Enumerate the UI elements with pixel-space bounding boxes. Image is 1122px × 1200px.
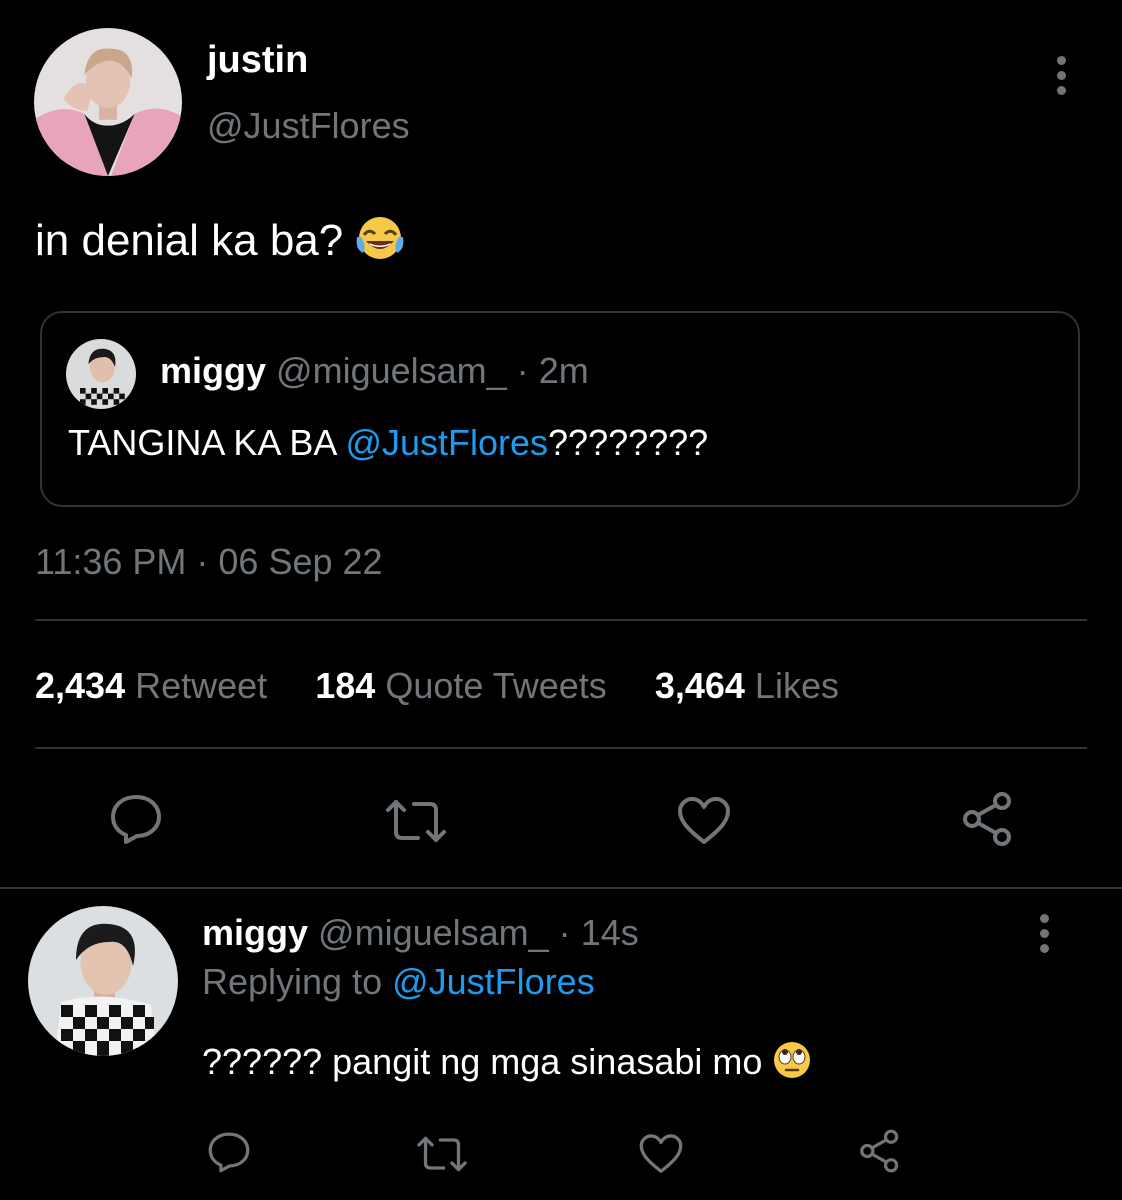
quoted-time[interactable]: 2m: [539, 350, 589, 391]
reply-separator: ·: [558, 912, 571, 953]
reply-time[interactable]: 14s: [581, 912, 639, 953]
replying-to-prefix: Replying to: [202, 961, 393, 1002]
quotes-stat[interactable]: 184 Quote Tweets: [315, 665, 617, 706]
quotes-count: 184: [315, 665, 376, 706]
quoted-tweet-header: miggy @miguelsam_ · 2m: [160, 349, 589, 393]
retweets-count: 2,434: [35, 665, 126, 706]
more-options-icon[interactable]: [1055, 56, 1067, 95]
likes-stat[interactable]: 3,464 Likes: [655, 665, 839, 706]
tweet-text: in denial ka ba?: [35, 214, 405, 274]
avatar-photo-icon: [28, 906, 178, 1056]
avatar-photo-icon: [34, 28, 182, 176]
face-with-rolling-eyes-icon: [772, 1040, 812, 1090]
reply-header: miggy @miguelsam_ · 14s: [202, 911, 639, 955]
quoted-tweet-card[interactable]: miggy @miguelsam_ · 2m TANGINA KA BA @Ju…: [40, 311, 1080, 507]
replying-to-line: Replying to @JustFlores: [202, 960, 595, 1004]
retweet-icon[interactable]: [382, 796, 450, 846]
quoted-author-handle[interactable]: @miguelsam_: [276, 350, 507, 391]
quoted-mention-link[interactable]: @JustFlores: [345, 422, 548, 463]
tweet-author-handle[interactable]: @JustFlores: [207, 104, 410, 148]
justin-avatar[interactable]: [34, 28, 182, 176]
tweet-stats-row: 2,434 Retweet 184 Quote Tweets 3,464 Lik…: [35, 664, 839, 708]
reply-text: ?????? pangit ng mga sinasabi mo: [202, 1040, 812, 1090]
share-icon[interactable]: [856, 1128, 904, 1174]
reply-text-body: ?????? pangit ng mga sinasabi mo: [202, 1041, 763, 1082]
retweet-icon[interactable]: [414, 1133, 470, 1175]
quoted-separator: ·: [516, 350, 529, 391]
reply-icon[interactable]: [206, 1130, 252, 1174]
miggy-reply-avatar[interactable]: [28, 906, 178, 1056]
reply-icon[interactable]: [108, 792, 164, 846]
tweet-detail-page: justin @JustFlores in denial ka ba? migg…: [0, 0, 1122, 1200]
quotes-label: Quote Tweets: [385, 665, 607, 706]
likes-count: 3,464: [654, 665, 745, 706]
quoted-tweet-text: TANGINA KA BA @JustFlores????????: [68, 421, 708, 465]
section-divider: [0, 887, 1122, 889]
like-icon[interactable]: [676, 796, 732, 846]
face-with-tears-of-joy-icon: [355, 215, 405, 274]
tweet-text-body: in denial ka ba?: [35, 216, 344, 265]
reply-author-name[interactable]: miggy: [202, 912, 308, 953]
quoted-author-name[interactable]: miggy: [160, 350, 266, 391]
divider: [35, 619, 1087, 621]
replying-to-link[interactable]: @JustFlores: [392, 961, 595, 1002]
quoted-text-suffix: ????????: [548, 422, 709, 463]
quoted-text-prefix: TANGINA KA BA: [68, 422, 346, 463]
avatar-photo-icon: [66, 339, 136, 409]
retweets-label: Retweet: [135, 665, 268, 706]
reply-author-handle[interactable]: @miguelsam_: [318, 912, 549, 953]
miggy-quote-avatar[interactable]: [66, 339, 136, 409]
tweet-timestamp[interactable]: 11:36 PM · 06 Sep 22: [35, 540, 383, 584]
retweets-stat[interactable]: 2,434 Retweet: [35, 665, 277, 706]
likes-label: Likes: [754, 665, 839, 706]
share-icon[interactable]: [958, 790, 1018, 848]
more-options-icon[interactable]: [1038, 914, 1050, 953]
tweet-author-name[interactable]: justin: [207, 38, 308, 82]
like-icon[interactable]: [638, 1133, 684, 1175]
divider: [35, 747, 1087, 749]
